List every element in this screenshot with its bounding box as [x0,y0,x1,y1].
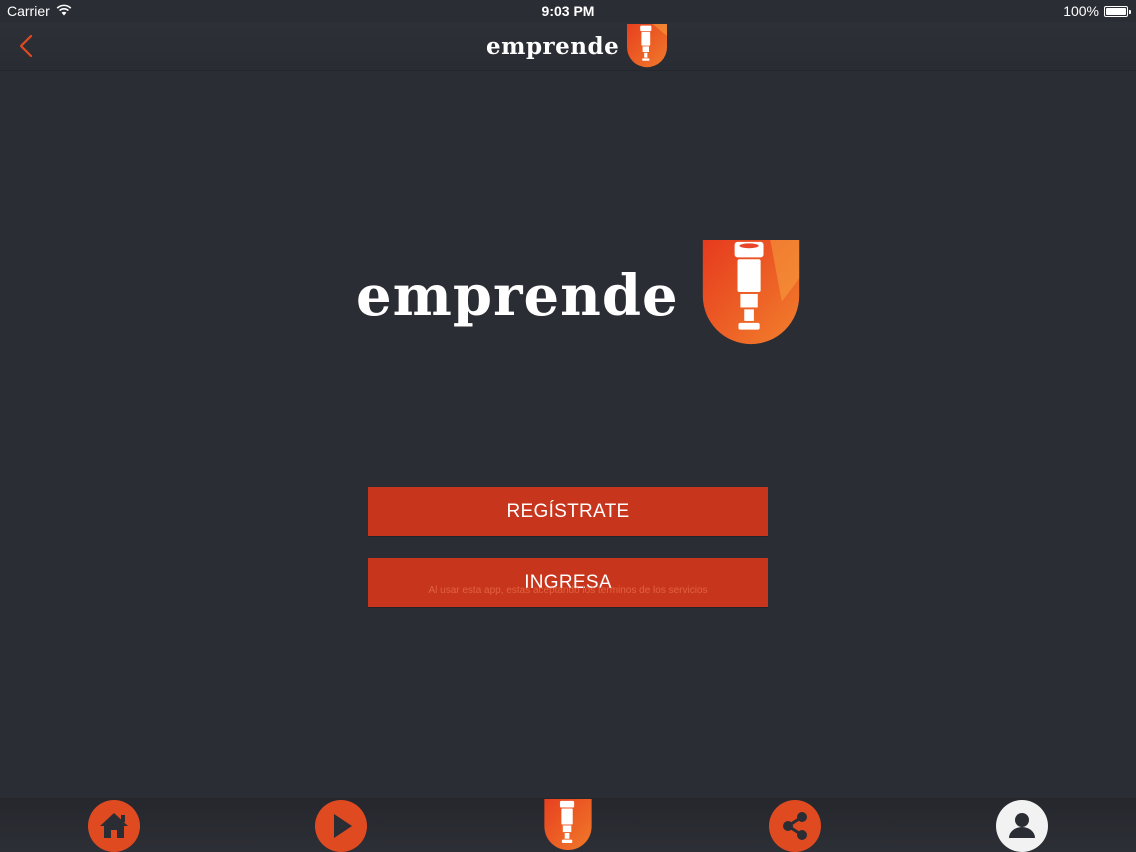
clock: 9:03 PM [541,3,595,19]
emprende-logo-icon [702,240,799,345]
register-button[interactable]: REGÍSTRATE [368,487,768,536]
user-icon [1009,813,1035,838]
nav-brand-wordmark: emprende [486,32,620,60]
status-right: 100% [1063,3,1131,19]
login-button[interactable]: INGRESA [368,558,768,607]
emprende-logo-icon [544,799,592,851]
tab-play[interactable] [315,800,367,852]
emprende-logo-icon [627,24,668,68]
navigation-bar: emprende [0,22,1136,71]
battery-fill [1106,7,1126,15]
tab-bar [0,798,1136,852]
battery-icon [1104,5,1131,17]
hero-brand-wordmark: emprende [356,263,679,329]
tab-profile[interactable] [996,800,1048,852]
share-icon [783,812,807,840]
hero-logo: emprende [356,238,801,348]
back-button[interactable] [14,32,40,60]
tab-home[interactable] [88,800,140,852]
tab-share[interactable] [769,800,821,852]
status-bar: Carrier 9:03 PM 100% [0,0,1136,22]
chevron-left-icon [19,34,33,58]
home-icon [100,813,128,838]
battery-percent: 100% [1063,3,1099,19]
nav-logo: emprende [486,24,668,68]
play-icon [334,814,352,838]
tab-emprende[interactable] [543,799,593,851]
